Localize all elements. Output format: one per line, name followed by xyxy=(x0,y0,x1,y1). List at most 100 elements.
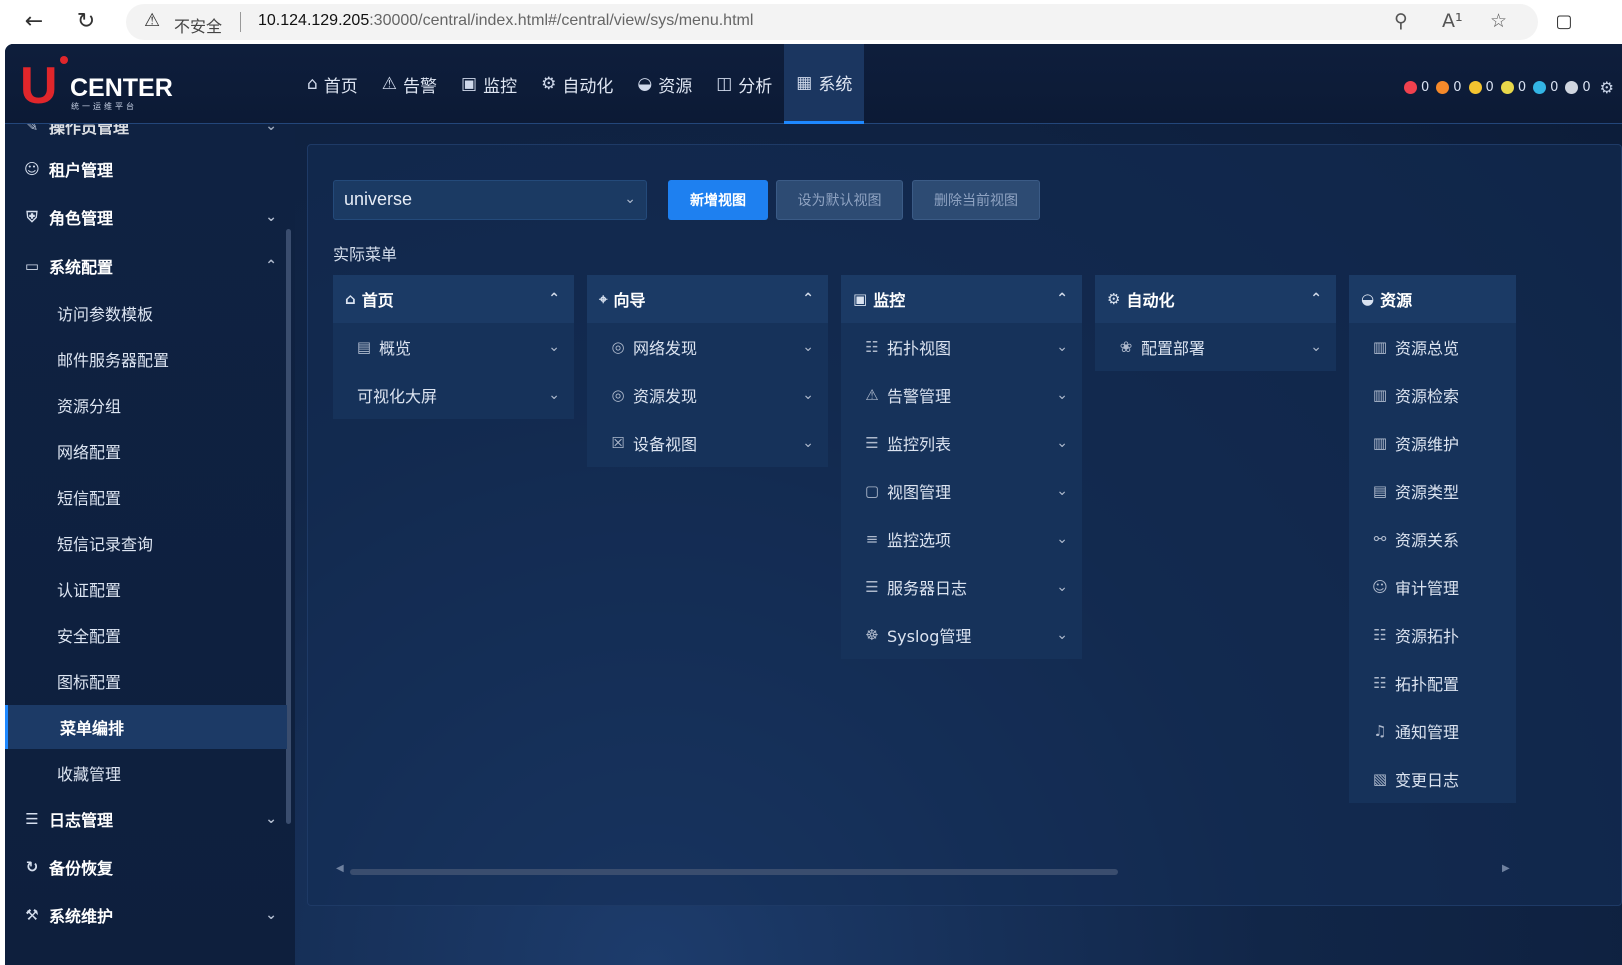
menu-item[interactable]: ☷ 拓扑配置 xyxy=(1349,659,1516,707)
sidebar-item-operator[interactable]: ✎ 操作员管理 ⌄ xyxy=(5,124,287,138)
chevron-up-icon[interactable]: ⌃ xyxy=(265,258,277,274)
menu-item[interactable]: 可视化大屏 ⌄ xyxy=(333,371,574,419)
menu-item[interactable]: ☒ 设备视图 ⌄ xyxy=(587,419,828,467)
chevron-down-icon[interactable]: ⌄ xyxy=(265,907,277,923)
sidebar-item-label: 收藏管理 xyxy=(57,765,122,784)
gear-icon[interactable]: ⚙ xyxy=(1600,78,1614,97)
chevron-down-icon[interactable]: ⌄ xyxy=(1056,627,1068,643)
sidebar-item-14[interactable]: ☰ 日志管理 ⌄ xyxy=(5,796,287,842)
scroll-left-icon[interactable]: ◀ xyxy=(336,863,344,874)
nav-item-6[interactable]: ▦ 系统 xyxy=(784,44,865,124)
alarm-dot-icon[interactable] xyxy=(1403,81,1417,94)
split-icon[interactable]: ▢ xyxy=(1548,6,1580,38)
nav-item-1[interactable]: ⚠ 告警 xyxy=(370,44,449,124)
sidebar-item-6[interactable]: 网络配置 xyxy=(5,429,287,473)
chevron-down-icon[interactable]: ⌄ xyxy=(1056,339,1068,355)
alarm-dot-icon[interactable] xyxy=(1436,81,1450,94)
menu-item[interactable]: ⚠ 告警管理 ⌄ xyxy=(841,371,1082,419)
menu-item[interactable]: ▥ 资源检索 xyxy=(1349,371,1516,419)
sidebar-item-4[interactable]: 邮件服务器配置 xyxy=(5,337,287,381)
menu-item[interactable]: ◎ 网络发现 ⌄ xyxy=(587,323,828,371)
chevron-down-icon[interactable]: ⌄ xyxy=(265,209,277,225)
reload-icon[interactable]: ↻ xyxy=(70,6,102,38)
scroll-right-icon[interactable]: ▶ xyxy=(1502,863,1510,874)
menu-item[interactable]: ☰ 监控列表 ⌄ xyxy=(841,419,1082,467)
alarm-dot-icon[interactable] xyxy=(1500,81,1514,94)
nav-item-4[interactable]: ◒ 资源 xyxy=(625,44,704,124)
sidebar-item-7[interactable]: 短信配置 xyxy=(5,475,287,519)
sidebar-item-10[interactable]: 安全配置 xyxy=(5,613,287,657)
sidebar-item-16[interactable]: ⚒ 系统维护 ⌄ xyxy=(5,892,287,938)
menu-item[interactable]: ☸ Syslog管理 ⌄ xyxy=(841,611,1082,659)
menu-item[interactable]: ▧ 变更日志 xyxy=(1349,755,1516,803)
delete-view-button[interactable]: 删除当前视图 xyxy=(912,180,1040,220)
backup-icon: ↻ xyxy=(25,858,39,876)
chevron-down-icon[interactable]: ⌄ xyxy=(802,387,814,403)
sidebar-item-1[interactable]: ⛨ 角色管理 ⌄ xyxy=(5,194,287,240)
menu-item[interactable]: ▢ 视图管理 ⌄ xyxy=(841,467,1082,515)
chevron-down-icon[interactable]: ⌄ xyxy=(1056,435,1068,451)
menu-item[interactable]: ▥ 资源维护 xyxy=(1349,419,1516,467)
menu-item[interactable]: ⚯ 资源关系 xyxy=(1349,515,1516,563)
alarm-dot-icon[interactable] xyxy=(1565,81,1579,94)
menu-column-header[interactable]: ⌂ 首页 ⌃ xyxy=(333,275,574,323)
menu-column-header[interactable]: ⌖ 向导 ⌃ xyxy=(587,275,828,323)
alarm-dot-icon[interactable] xyxy=(1533,81,1547,94)
menu-item[interactable]: ♫ 通知管理 xyxy=(1349,707,1516,755)
chevron-down-icon[interactable]: ⌄ xyxy=(1056,531,1068,547)
address-bar[interactable]: ⚠ 不安全 10.124.129.205:30000/central/index… xyxy=(126,4,1538,40)
read-aloud-icon[interactable]: A¹ xyxy=(1442,10,1463,32)
log-icon: ☰ xyxy=(25,810,39,828)
star-icon[interactable]: ☆ xyxy=(1490,10,1507,32)
menu-item[interactable]: ▤ 概览 ⌄ xyxy=(333,323,574,371)
menu-item[interactable]: ☺ 审计管理 xyxy=(1349,563,1516,611)
add-view-button[interactable]: 新增视图 xyxy=(668,180,768,220)
chevron-up-icon[interactable]: ⌃ xyxy=(1310,291,1322,307)
menu-item[interactable]: ▤ 资源类型 xyxy=(1349,467,1516,515)
sidebar-item-13[interactable]: 收藏管理 xyxy=(5,751,287,795)
set-default-view-button[interactable]: 设为默认视图 xyxy=(776,180,903,220)
key-icon[interactable]: ⚲ xyxy=(1394,10,1408,32)
sidebar-item-9[interactable]: 认证配置 xyxy=(5,567,287,611)
menu-column-header[interactable]: ▣ 监控 ⌃ xyxy=(841,275,1082,323)
chevron-down-icon[interactable]: ⌄ xyxy=(1056,579,1068,595)
menu-item[interactable]: ☷ 资源拓扑 xyxy=(1349,611,1516,659)
resource-item-icon: ▥ xyxy=(1372,338,1388,356)
nav-item-5[interactable]: ◫ 分析 xyxy=(704,44,784,124)
menu-column-header[interactable]: ⚙ 自动化 ⌃ xyxy=(1095,275,1336,323)
sidebar-item-11[interactable]: 图标配置 xyxy=(5,659,287,703)
chevron-up-icon[interactable]: ⌃ xyxy=(548,291,560,307)
menu-column-header[interactable]: ◒ 资源 xyxy=(1349,275,1516,323)
chevron-down-icon[interactable]: ⌄ xyxy=(1056,483,1068,499)
sidebar-item-2[interactable]: ▭ 系统配置 ⌃ xyxy=(5,243,287,289)
sidebar-item-12[interactable]: 菜单编排 xyxy=(5,705,287,749)
menu-item[interactable]: ▥ 资源总览 xyxy=(1349,323,1516,371)
sidebar-item-5[interactable]: 资源分组 xyxy=(5,383,287,427)
back-icon[interactable]: ← xyxy=(18,6,50,38)
chevron-down-icon[interactable]: ⌄ xyxy=(802,339,814,355)
chevron-down-icon[interactable]: ⌄ xyxy=(265,811,277,827)
sidebar-item-8[interactable]: 短信记录查询 xyxy=(5,521,287,565)
chevron-up-icon[interactable]: ⌃ xyxy=(802,291,814,307)
nav-item-0[interactable]: ⌂ 首页 xyxy=(295,44,370,124)
view-select[interactable]: universe ⌄ xyxy=(333,180,647,220)
chevron-up-icon[interactable]: ⌃ xyxy=(1056,291,1068,307)
menu-item[interactable]: ☷ 拓扑视图 ⌄ xyxy=(841,323,1082,371)
menu-item[interactable]: ◎ 资源发现 ⌄ xyxy=(587,371,828,419)
nav-item-2[interactable]: ▣ 监控 xyxy=(449,44,529,124)
nav-item-3[interactable]: ⚙ 自动化 xyxy=(529,44,625,124)
chevron-down-icon[interactable]: ⌄ xyxy=(1310,339,1322,355)
chevron-down-icon[interactable]: ⌄ xyxy=(802,435,814,451)
chevron-down-icon[interactable]: ⌄ xyxy=(548,387,560,403)
menu-item[interactable]: ❀ 配置部署 ⌄ xyxy=(1095,323,1336,371)
url-text[interactable]: 10.124.129.205:30000/central/index.html#… xyxy=(258,12,753,30)
menu-item[interactable]: ☰ 服务器日志 ⌄ xyxy=(841,563,1082,611)
sidebar-item-3[interactable]: 访问参数模板 xyxy=(5,291,287,335)
menu-item[interactable]: ≡ 监控选项 ⌄ xyxy=(841,515,1082,563)
sidebar-item-15[interactable]: ↻ 备份恢复 xyxy=(5,844,287,890)
chevron-down-icon[interactable]: ⌄ xyxy=(548,339,560,355)
chevron-down-icon[interactable]: ⌄ xyxy=(1056,387,1068,403)
horizontal-scrollbar[interactable] xyxy=(350,869,1118,875)
alarm-dot-icon[interactable] xyxy=(1468,81,1482,94)
sidebar-item-0[interactable]: ☺ 租户管理 xyxy=(5,146,287,192)
